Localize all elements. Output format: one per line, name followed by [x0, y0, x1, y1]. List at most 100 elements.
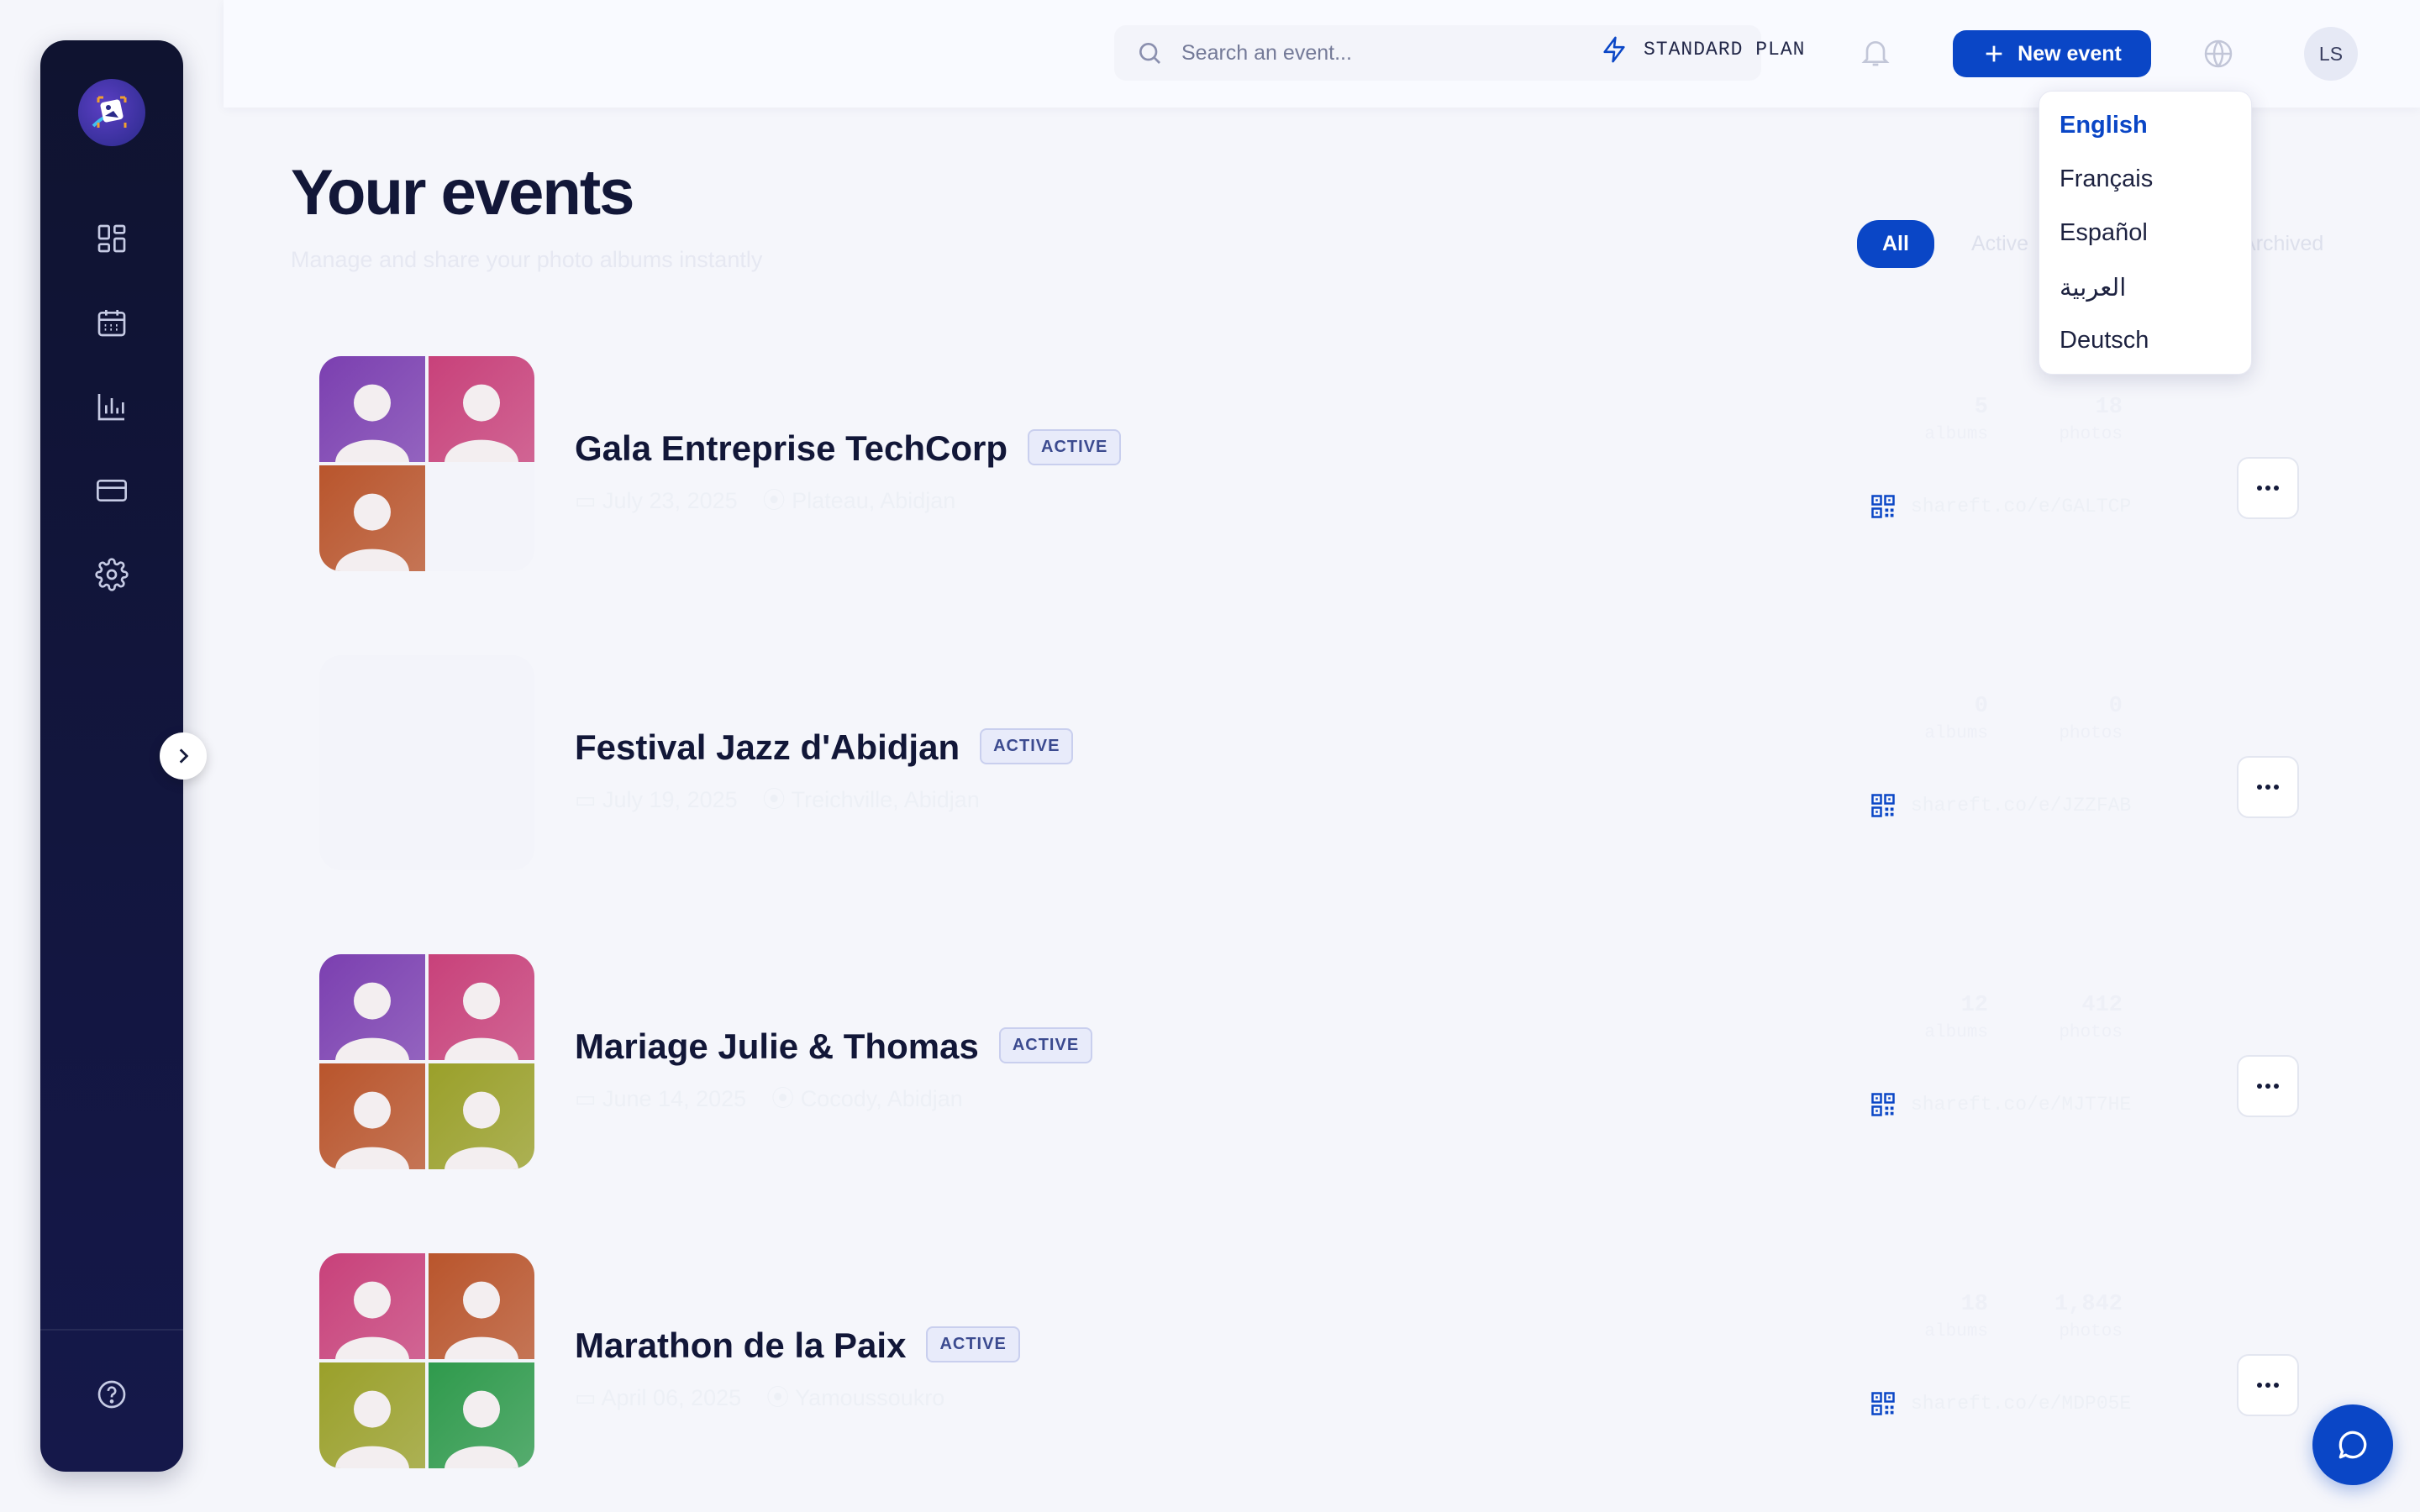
language-option-arabic[interactable]: العربية	[2060, 273, 2126, 302]
page-title: Your events	[291, 157, 634, 228]
event-stat-albums: 5 albums	[1854, 395, 1988, 444]
more-options-button[interactable]	[2237, 756, 2299, 818]
event-card[interactable]: Festival Jazz d'Abidjan ACTIVE ▭ July 19, …	[291, 627, 2307, 879]
new-event-button[interactable]: New event	[1953, 30, 2151, 77]
filter-archived[interactable]: Archived	[2242, 232, 2323, 256]
event-name: Festival Jazz d'Abidjan	[575, 727, 960, 767]
event-card[interactable]: Marathon de la Paix ACTIVE ▭ April 06, 202…	[291, 1225, 2307, 1477]
event-location: Cocody, Abidjan	[800, 1086, 963, 1111]
stat-label: albums	[1924, 1322, 1988, 1341]
calendar-icon: ▭	[575, 1086, 603, 1111]
calendar-icon[interactable]	[95, 306, 129, 339]
more-dots-icon	[2257, 785, 2279, 790]
bell-icon[interactable]	[1859, 35, 1892, 73]
event-thumbnail-grid[interactable]	[319, 655, 534, 870]
event-thumbnail-grid[interactable]	[319, 356, 534, 571]
event-stat-photos: 18 photos	[2005, 395, 2123, 444]
event-share-link[interactable]: shareft.co/e/GALTCP	[1870, 494, 2131, 519]
share-link-text: shareft.co/e/GALTCP	[1911, 496, 2132, 517]
more-dots-icon	[2257, 1084, 2279, 1089]
filter-all[interactable]: All	[1857, 220, 1934, 268]
photo-thumbnail	[319, 1253, 425, 1359]
sidebar-expand-button[interactable]	[160, 732, 207, 780]
chat-bubble-icon	[2338, 1431, 2367, 1459]
sidebar-divider	[40, 1329, 183, 1331]
page-subtitle: Manage and share your photo albums insta…	[291, 247, 763, 272]
more-options-button[interactable]	[2237, 1055, 2299, 1117]
stat-label: photos	[2059, 724, 2123, 743]
stat-value: 0	[1974, 694, 1988, 719]
language-option-german[interactable]: Deutsch	[2060, 327, 2149, 354]
stat-value: 12	[1960, 993, 1988, 1018]
status-badge: ACTIVE	[926, 1326, 1020, 1363]
more-options-button[interactable]	[2237, 457, 2299, 519]
event-share-link[interactable]: shareft.co/e/MDP05E	[1870, 1391, 2131, 1416]
gear-icon[interactable]	[95, 558, 129, 591]
stat-value: 18	[2095, 395, 2123, 420]
event-title[interactable]: Mariage Julie & Thomas ACTIVE	[575, 1026, 1093, 1067]
globe-icon[interactable]	[2202, 37, 2235, 75]
stat-label: photos	[2059, 1322, 2123, 1341]
credit-card-icon[interactable]	[95, 474, 129, 507]
stat-label: albums	[1924, 1023, 1988, 1042]
event-meta: ▭ April 06, 2025 ⦿ Yamoussoukro	[575, 1379, 944, 1412]
qr-code-icon	[1871, 495, 1895, 518]
event-card[interactable]: Gala Entreprise TechCorp ACTIVE ▭ July 23,…	[291, 328, 2307, 580]
location-pin-icon: ⦿	[762, 787, 792, 812]
logo-icon[interactable]	[78, 79, 145, 146]
location-pin-icon: ⦿	[771, 1086, 801, 1111]
photo-thumbnail	[319, 465, 425, 571]
bar-chart-icon[interactable]	[95, 390, 129, 423]
stat-label: photos	[2059, 1023, 2123, 1042]
event-stat-photos: 0 photos	[2005, 694, 2123, 743]
help-circle-icon[interactable]	[95, 1378, 129, 1411]
event-stat-albums: 18 albums	[1854, 1292, 1988, 1341]
event-title[interactable]: Marathon de la Paix ACTIVE	[575, 1326, 1020, 1366]
user-avatar[interactable]: LS	[2304, 27, 2358, 81]
language-option-spanish[interactable]: Español	[2060, 219, 2148, 247]
lightning-icon	[1603, 36, 1625, 63]
calendar-icon: ▭	[575, 1385, 602, 1410]
event-thumbnail-grid[interactable]	[319, 1253, 534, 1468]
share-link-text: shareft.co/e/MJT7HE	[1911, 1094, 2132, 1116]
event-card[interactable]: Mariage Julie & Thomas ACTIVE ▭ June 14, 2…	[291, 926, 2307, 1178]
stat-label: albums	[1924, 724, 1988, 743]
qr-code-icon	[1871, 1093, 1895, 1116]
event-stat-albums: 0 albums	[1854, 694, 1988, 743]
qr-code-icon	[1871, 794, 1895, 817]
photo-thumbnail	[429, 1253, 534, 1359]
event-title[interactable]: Gala Entreprise TechCorp ACTIVE	[575, 428, 1122, 469]
location-pin-icon: ⦿	[766, 1385, 796, 1410]
event-thumbnail-grid[interactable]	[319, 954, 534, 1169]
language-dropdown: English Français Español العربية Deutsch	[2039, 91, 2252, 375]
more-dots-icon	[2257, 1383, 2279, 1388]
plan-label: STANDARD PLAN	[1644, 39, 1806, 60]
stat-value: 5	[1974, 395, 1988, 420]
chat-button[interactable]	[2312, 1404, 2393, 1485]
new-event-label: New event	[2018, 41, 2122, 66]
event-date: June 14, 2025	[602, 1086, 747, 1111]
grid-icon[interactable]	[95, 222, 129, 255]
photo-thumbnail	[319, 1063, 425, 1169]
photo-thumbnail	[429, 356, 534, 462]
more-options-button[interactable]	[2237, 1354, 2299, 1416]
plan-indicator[interactable]: STANDARD PLAN	[1600, 35, 1805, 64]
event-location: Plateau, Abidjan	[792, 488, 956, 513]
status-badge: ACTIVE	[998, 1027, 1093, 1064]
stat-value: 18	[1960, 1292, 1988, 1317]
avatar-initials: LS	[2318, 42, 2344, 65]
event-share-link[interactable]: shareft.co/e/JZZFAB	[1870, 793, 2131, 818]
event-location: Treichville, Abidjan	[791, 787, 980, 812]
photo-thumbnail	[319, 1362, 425, 1468]
event-name: Gala Entreprise TechCorp	[575, 428, 1008, 468]
event-stat-photos: 412 photos	[2005, 993, 2123, 1042]
share-link-text: shareft.co/e/MDP05E	[1911, 1393, 2132, 1415]
event-title[interactable]: Festival Jazz d'Abidjan ACTIVE	[575, 727, 1074, 768]
event-share-link[interactable]: shareft.co/e/MJT7HE	[1870, 1092, 2131, 1117]
event-meta: ▭ June 14, 2025 ⦿ Cocody, Abidjan	[575, 1080, 963, 1113]
location-pin-icon: ⦿	[762, 488, 792, 513]
calendar-icon: ▭	[575, 488, 603, 513]
language-option-english[interactable]: English	[2060, 112, 2148, 139]
filter-active[interactable]: Active	[1971, 232, 2028, 256]
language-option-french[interactable]: Français	[2060, 165, 2153, 193]
